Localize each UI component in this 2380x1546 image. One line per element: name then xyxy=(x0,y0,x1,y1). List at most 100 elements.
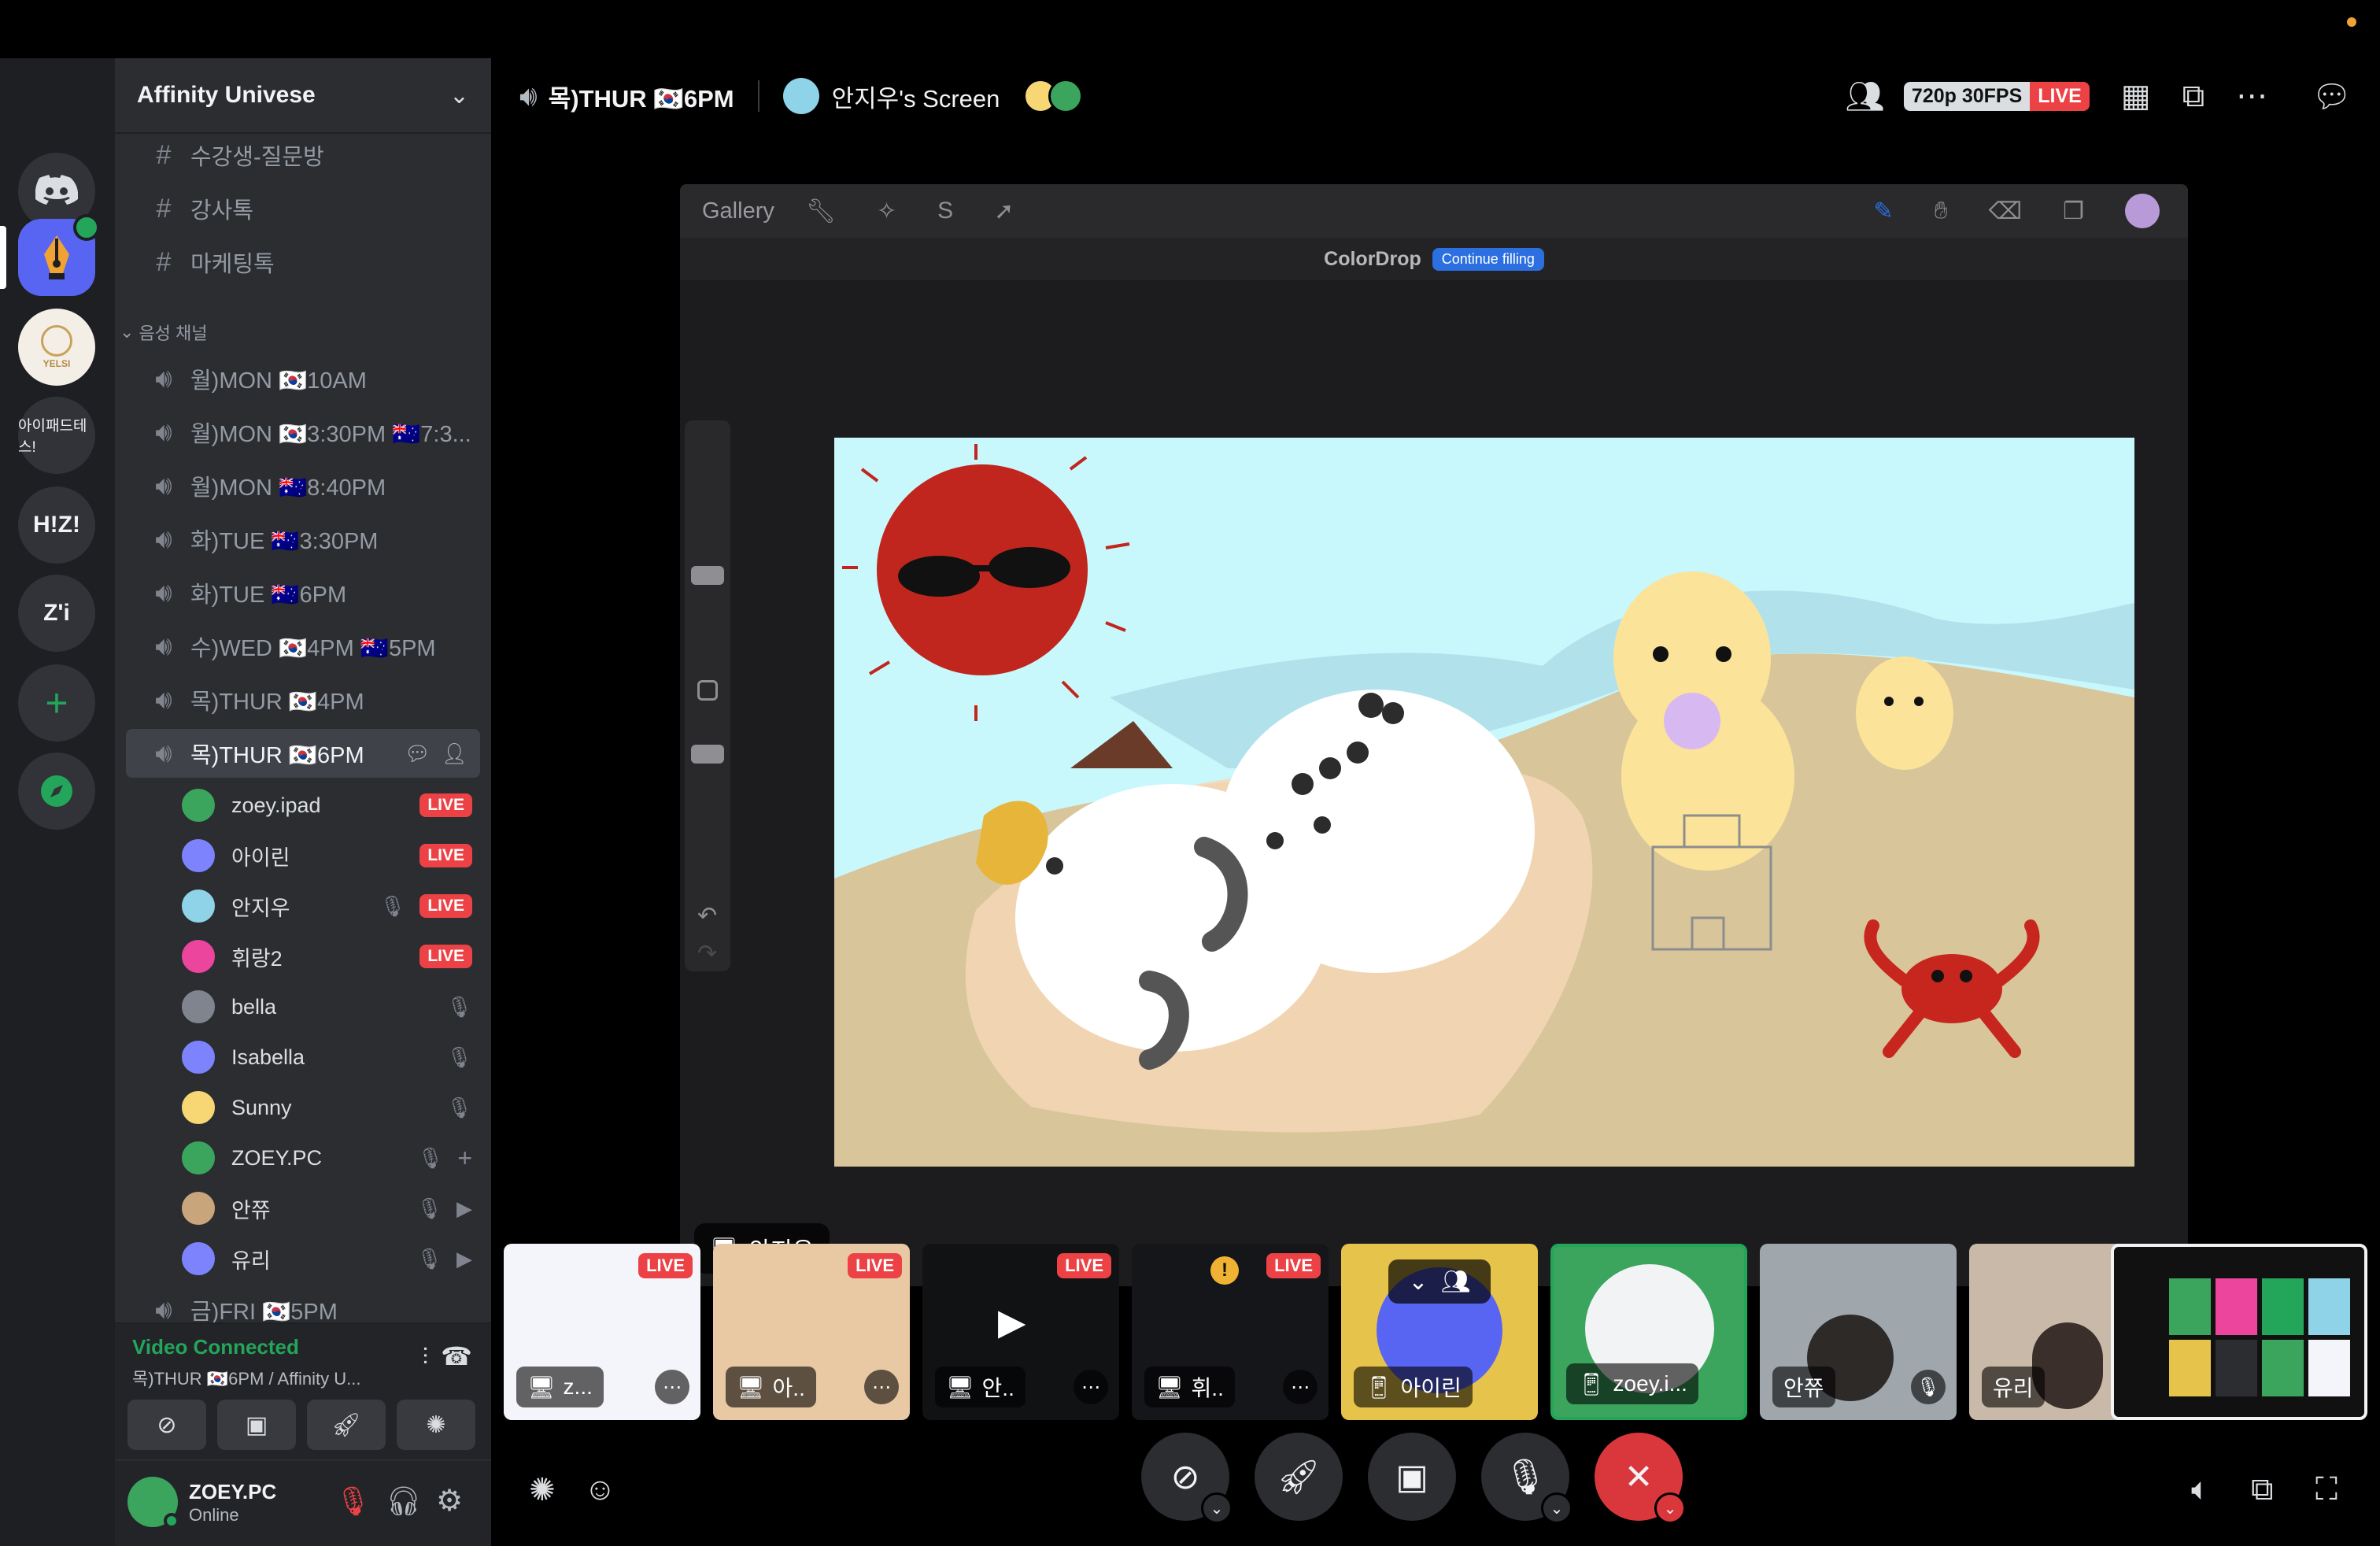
self-preview-tile[interactable] xyxy=(2111,1244,2367,1420)
transform-arrow-icon[interactable]: ➚ xyxy=(994,198,1014,225)
more-options-icon[interactable]: ⋯ xyxy=(655,1370,689,1404)
voice-member[interactable]: ZOEY.PC 🎙︎ + xyxy=(179,1135,472,1181)
gallery-button[interactable]: Gallery xyxy=(702,198,774,224)
selection-icon[interactable]: S xyxy=(937,198,953,224)
more-options-icon[interactable]: ⋯ xyxy=(1074,1370,1108,1404)
server-hiz-label: H!Z! xyxy=(33,512,80,538)
video-badge-icon xyxy=(73,214,100,241)
drawing-canvas[interactable] xyxy=(834,438,2134,1167)
popout-stream-icon[interactable]: ⧉ xyxy=(2182,79,2205,114)
grid-layout-icon[interactable]: ▦ xyxy=(2121,78,2151,114)
chat-bubble-icon[interactable]: 💬︎ xyxy=(405,742,431,766)
toggle-camera-button[interactable]: ⊘ xyxy=(128,1400,206,1450)
emoji-icon[interactable]: ☺ xyxy=(584,1472,616,1507)
toggle-camera-button[interactable]: ⊘ ⌄ xyxy=(1141,1433,1232,1524)
participant-tile[interactable]: 안쮸 🎙︎ xyxy=(1760,1244,1957,1420)
smudge-icon[interactable]: ✋︎ xyxy=(1935,198,1948,224)
viewer-avatar[interactable] xyxy=(1048,79,1084,113)
explore-servers-icon[interactable] xyxy=(18,753,95,830)
popout-icon[interactable]: ⧉ xyxy=(2251,1472,2274,1507)
opacity-slider-handle[interactable] xyxy=(691,745,724,764)
voice-channel-path[interactable]: 목)THUR 🇰🇷6PM / Affinity U... xyxy=(132,1365,361,1390)
voice-channel[interactable]: 🔊︎ 수)WED 🇰🇷4PM 🇦🇺5PM xyxy=(126,622,480,671)
eyedropper-square-icon[interactable] xyxy=(697,680,718,701)
text-channel-qna[interactable]: # 수강생-질문방 xyxy=(126,131,480,179)
stop-streaming-button[interactable]: ✕ ⌄ xyxy=(1595,1433,1686,1524)
voice-channel[interactable]: 🔊︎ 목)THUR 🇰🇷4PM xyxy=(126,675,480,724)
stream-thumbnail[interactable]: ! LIVE 🖥︎ 휘.. ⋯ xyxy=(1132,1244,1329,1420)
voice-member[interactable]: 휘랑2 LIVE xyxy=(179,934,472,979)
fullscreen-icon[interactable]: ⛶ xyxy=(2315,1472,2338,1507)
guild-header[interactable]: Affinity Univese ⌄ xyxy=(115,58,491,134)
magic-wand-icon[interactable]: ✧ xyxy=(877,198,896,225)
voice-category[interactable]: ⌄ 음성 채널 xyxy=(120,320,208,345)
voice-channel[interactable]: 🔊︎ 월)MON 🇦🇺8:40PM xyxy=(126,461,480,510)
disconnect-phone-icon[interactable]: ☎ xyxy=(441,1341,472,1371)
more-options-icon[interactable]: ⋯ xyxy=(864,1370,899,1404)
screen-share-view[interactable]: Gallery 🔧︎ ✧ S ➚ ✎ ✋︎ ⌫ ❐ ColorDrop Cont… xyxy=(680,184,2188,1286)
voice-channel-active[interactable]: 🔊︎ 목)THUR 🇰🇷6PM 💬︎ 👤︎ xyxy=(126,729,480,778)
voice-member[interactable]: Sunny 🎙︎ xyxy=(179,1085,472,1130)
wrench-icon[interactable]: 🔧︎ xyxy=(806,198,836,225)
share-screen-button[interactable]: ▣ xyxy=(1368,1433,1456,1521)
add-server-icon[interactable]: + xyxy=(18,664,95,742)
headphones-icon[interactable]: 🎧︎ xyxy=(386,1485,422,1518)
activity-rocket-button[interactable]: 🚀︎ xyxy=(1255,1433,1343,1521)
stream-thumbnail[interactable]: LIVE 🖥︎ z... ⋯ xyxy=(504,1244,700,1420)
mic-muted-icon[interactable]: 🎙︎ xyxy=(335,1485,371,1518)
soundboard-button[interactable]: ✺ xyxy=(397,1400,475,1450)
share-screen-button[interactable]: ▣ xyxy=(217,1400,296,1450)
voice-member[interactable]: 안쮸 🎙︎ ▶︎ xyxy=(179,1185,472,1231)
undo-icon[interactable]: ↶ xyxy=(697,902,717,930)
voice-member[interactable]: Isabella 🎙︎ xyxy=(179,1034,472,1080)
brush-size-sidebar[interactable]: ↶ ↷ xyxy=(685,420,730,971)
activity-rocket-button[interactable]: 🚀︎ xyxy=(307,1400,386,1450)
soundboard-icon[interactable]: ✺ xyxy=(529,1472,556,1508)
voice-channel[interactable]: 🔊︎ 월)MON 🇰🇷10AM xyxy=(126,354,480,403)
stream-quality-badge[interactable]: 720p 30FPS LIVE xyxy=(1903,81,2090,111)
voice-channel[interactable]: 🔊︎ 금)FRI 🇰🇷5PM xyxy=(126,1296,480,1324)
channel-label: 월)MON 🇰🇷10AM xyxy=(190,368,367,394)
text-channel-marketing[interactable]: # 마케팅톡 xyxy=(126,238,480,287)
chevron-down-icon[interactable]: ⌄ xyxy=(1201,1492,1232,1524)
voice-member[interactable]: bella 🎙︎ xyxy=(179,984,472,1030)
voice-channel[interactable]: 🔊︎ 화)TUE 🇦🇺3:30PM xyxy=(126,515,480,564)
server-yelsi-icon[interactable]: YELSI xyxy=(18,309,95,386)
chevron-down-icon[interactable]: ⌄ xyxy=(1541,1492,1572,1524)
redo-icon[interactable]: ↷ xyxy=(697,940,717,967)
voice-member[interactable]: zoey.ipad LIVE xyxy=(179,782,472,828)
voice-waveform-icon[interactable]: ⫶ xyxy=(423,1344,429,1371)
stream-thumbnail[interactable]: LIVE 🖥︎ 아.. ⋯ xyxy=(713,1244,910,1420)
chevron-down-icon[interactable]: ⌄ xyxy=(1654,1492,1686,1524)
stream-thumbnail[interactable]: LIVE ▶︎ 🖥︎ 안.. ⋯ xyxy=(922,1244,1119,1420)
voice-member[interactable]: 안지우 🎙︎ LIVE xyxy=(179,883,472,929)
server-hiz-icon[interactable]: H!Z! xyxy=(18,486,95,564)
layers-icon[interactable]: ❐ xyxy=(2063,198,2084,225)
settings-gear-icon[interactable]: ⚙ xyxy=(436,1483,463,1518)
participant-tile[interactable]: ⌄ 👥︎ 📱︎ 아이린 xyxy=(1341,1244,1538,1420)
chat-bubble-icon[interactable]: 💬︎ xyxy=(2312,78,2352,115)
voice-member[interactable]: 유리 🎙︎ ▶︎ xyxy=(179,1236,472,1282)
server-zi-icon[interactable]: Z'i xyxy=(18,575,95,652)
server-ipad-test-icon[interactable]: 아이패드테스! xyxy=(18,397,95,474)
continue-filling-button[interactable]: Continue filling xyxy=(1432,247,1544,271)
server-affinity-icon[interactable] xyxy=(18,214,100,296)
more-options-icon[interactable]: ⋯ xyxy=(2236,78,2267,114)
color-picker-icon[interactable] xyxy=(2125,194,2160,228)
volume-icon[interactable]: 🔈︎ xyxy=(2191,1472,2210,1507)
voice-member[interactable]: 아이린 LIVE xyxy=(179,833,472,878)
voice-channel[interactable]: 🔊︎ 화)TUE 🇦🇺6PM xyxy=(126,568,480,617)
text-channel-instructors[interactable]: # 강사톡 xyxy=(126,184,480,233)
live-badge: LIVE xyxy=(848,1253,902,1278)
invite-people-icon[interactable]: 👥︎ xyxy=(1845,78,1885,115)
mic-toggle-button[interactable]: 🎙︎ ⌄ xyxy=(1481,1433,1572,1524)
add-member-icon[interactable]: 👤︎ xyxy=(442,742,468,766)
participant-tile[interactable]: 📱︎ zoey.i... xyxy=(1550,1244,1747,1420)
voice-channel[interactable]: 🔊︎ 월)MON 🇰🇷3:30PM 🇦🇺7:3... xyxy=(126,408,480,457)
brush-icon[interactable]: ✎ xyxy=(1873,198,1893,225)
more-options-icon[interactable]: ⋯ xyxy=(1283,1370,1318,1404)
eraser-icon[interactable]: ⌫ xyxy=(1989,198,2022,225)
thumbnail-label: 🖥︎ 안.. xyxy=(935,1367,1026,1407)
focus-group-control[interactable]: ⌄ 👥︎ xyxy=(1388,1259,1491,1304)
size-slider-handle[interactable] xyxy=(691,566,724,585)
